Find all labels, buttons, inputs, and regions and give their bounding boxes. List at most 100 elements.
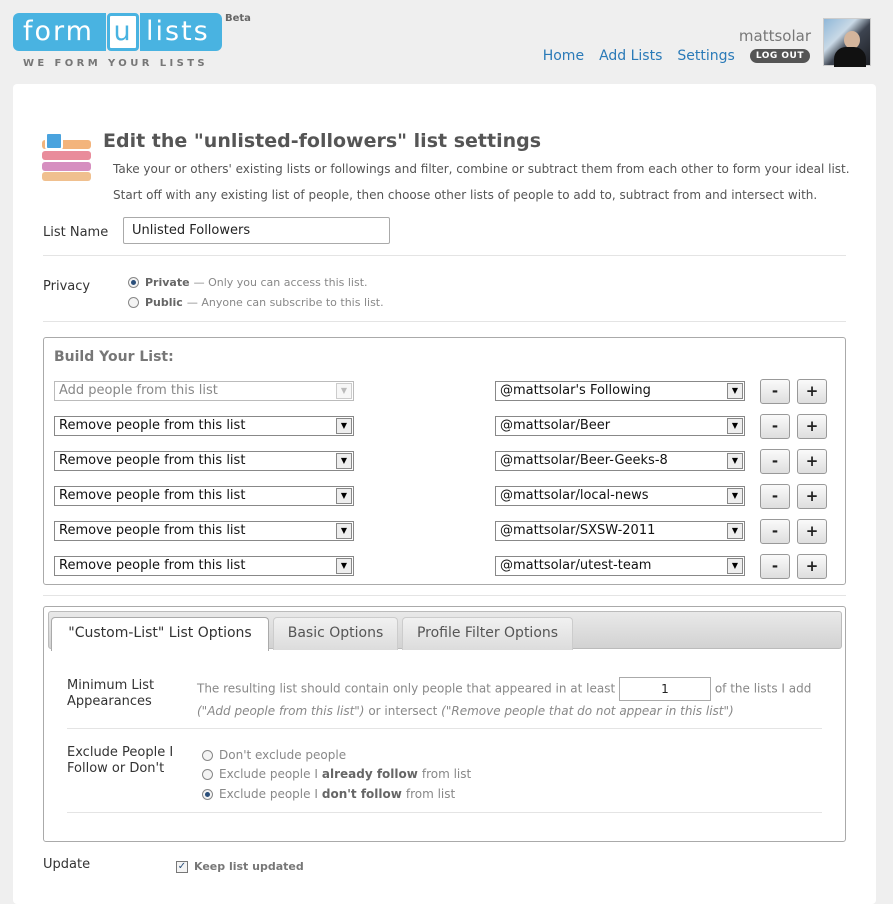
- nav-add-lists-link[interactable]: Add Lists: [599, 48, 662, 64]
- exclude-followed-text-pre: Exclude people I: [219, 767, 318, 781]
- dropdown-arrow-icon: ▼: [336, 453, 352, 469]
- exclude-followed-option[interactable]: Exclude people I already follow from lis…: [202, 767, 471, 781]
- avatar[interactable]: [823, 18, 871, 67]
- add-row-button[interactable]: +: [797, 554, 827, 579]
- min-appearances-text: The resulting list should contain only p…: [197, 677, 827, 721]
- exclude-followed-radio[interactable]: [202, 768, 213, 780]
- list-options-box: "Custom-List" List Options Basic Options…: [43, 606, 846, 842]
- exclude-unfollowed-option[interactable]: Exclude people I don't follow from list: [202, 787, 455, 801]
- action-select[interactable]: Remove people from this list ▼: [54, 451, 354, 471]
- min-appearances-text-before: The resulting list should contain only p…: [197, 681, 616, 696]
- tab-custom-list-options[interactable]: "Custom-List" List Options: [51, 617, 269, 651]
- dropdown-arrow-icon: ▼: [336, 488, 352, 504]
- privacy-private-desc: — Only you can access this list.: [193, 276, 368, 289]
- list-select-value: @mattsolar/Beer-Geeks-8: [500, 453, 668, 468]
- logo-text-form: form: [13, 13, 106, 51]
- min-appearances-label: Minimum List Appearances: [67, 678, 154, 710]
- list-name-label: List Name: [43, 225, 109, 240]
- dropdown-arrow-icon: ▼: [727, 488, 743, 504]
- privacy-public-radio[interactable]: [128, 297, 139, 308]
- list-select-value: @mattsolar's Following: [500, 383, 651, 398]
- action-select[interactable]: Remove people from this list ▼: [54, 556, 354, 576]
- dropdown-arrow-icon: ▼: [336, 418, 352, 434]
- action-select-value: Remove people from this list: [59, 488, 246, 503]
- remove-row-button[interactable]: -: [760, 379, 790, 404]
- nav-settings-link[interactable]: Settings: [677, 48, 734, 64]
- exclude-unfollowed-radio[interactable]: [202, 788, 213, 800]
- privacy-public-title: Public: [145, 296, 183, 309]
- dropdown-arrow-icon: ▼: [727, 558, 743, 574]
- list-select-value: @mattsolar/SXSW-2011: [500, 523, 656, 538]
- exclude-label-line1: Exclude People I: [67, 745, 174, 760]
- logout-button[interactable]: LOG OUT: [749, 49, 810, 63]
- action-select-value: Add people from this list: [59, 383, 218, 398]
- remove-row-button[interactable]: -: [760, 449, 790, 474]
- add-row-button[interactable]: +: [797, 414, 827, 439]
- icon-stripe: [42, 151, 91, 160]
- privacy-public-desc: — Anyone can subscribe to this list.: [186, 296, 384, 309]
- tab-basic-options[interactable]: Basic Options: [273, 617, 398, 650]
- options-tab-bar: "Custom-List" List Options Basic Options…: [48, 611, 842, 651]
- username: mattsolar: [738, 27, 811, 45]
- add-row-button[interactable]: +: [797, 379, 827, 404]
- icon-stripe: [42, 172, 91, 181]
- divider: [43, 255, 846, 256]
- list-settings-icon: [42, 132, 91, 181]
- tab-profile-filter-options[interactable]: Profile Filter Options: [402, 617, 573, 650]
- privacy-public-option[interactable]: Public — Anyone can subscribe to this li…: [128, 296, 384, 309]
- remove-row-button[interactable]: -: [760, 414, 790, 439]
- keep-updated-checkbox[interactable]: ✓: [176, 860, 188, 873]
- action-select[interactable]: Remove people from this list ▼: [54, 521, 354, 541]
- logo[interactable]: form u lists: [13, 13, 222, 51]
- list-select-value: @mattsolar/Beer: [500, 418, 611, 433]
- action-select[interactable]: Add people from this list ▼: [54, 381, 354, 401]
- dropdown-arrow-icon: ▼: [727, 523, 743, 539]
- top-nav: Home Add Lists Settings LOG OUT: [543, 48, 810, 64]
- list-select[interactable]: @mattsolar's Following ▼: [495, 381, 745, 401]
- action-select-value: Remove people from this list: [59, 453, 246, 468]
- dropdown-arrow-icon: ▼: [336, 383, 352, 399]
- dropdown-arrow-icon: ▼: [727, 418, 743, 434]
- list-select[interactable]: @mattsolar/SXSW-2011 ▼: [495, 521, 745, 541]
- min-appearances-text-after: of the lists I add: [714, 681, 812, 696]
- privacy-private-radio[interactable]: [128, 277, 139, 288]
- dropdown-arrow-icon: ▼: [727, 383, 743, 399]
- exclude-unfollowed-text-bold: don't follow: [321, 787, 402, 801]
- beta-label: Beta: [225, 13, 251, 24]
- min-appearances-label-line1: Minimum List: [67, 678, 155, 693]
- divider: [43, 321, 846, 322]
- icon-stripe: [42, 162, 91, 171]
- page-description-1: Take your or others' existing lists or f…: [113, 162, 850, 176]
- remove-row-button[interactable]: -: [760, 484, 790, 509]
- remove-row-button[interactable]: -: [760, 554, 790, 579]
- add-row-button[interactable]: +: [797, 449, 827, 474]
- action-select-value: Remove people from this list: [59, 558, 246, 573]
- exclude-none-text: Don't exclude people: [219, 748, 347, 762]
- min-appearances-input[interactable]: 1: [618, 677, 711, 701]
- nav-home-link[interactable]: Home: [543, 48, 584, 64]
- logo-text-lists: lists: [140, 13, 222, 51]
- list-name-input[interactable]: [123, 217, 390, 244]
- action-select[interactable]: Remove people from this list ▼: [54, 416, 354, 436]
- exclude-followed-text-bold: already follow: [321, 767, 418, 781]
- logo-text-u: u: [107, 13, 139, 51]
- action-select[interactable]: Remove people from this list ▼: [54, 486, 354, 506]
- list-select[interactable]: @mattsolar/utest-team ▼: [495, 556, 745, 576]
- list-select[interactable]: @mattsolar/Beer-Geeks-8 ▼: [495, 451, 745, 471]
- exclude-unfollowed-text-pre: Exclude people I: [219, 787, 318, 801]
- remove-row-button[interactable]: -: [760, 519, 790, 544]
- add-row-button[interactable]: +: [797, 519, 827, 544]
- list-select[interactable]: @mattsolar/Beer ▼: [495, 416, 745, 436]
- exclude-label: Exclude People I Follow or Don't: [67, 745, 173, 777]
- privacy-private-option[interactable]: Private — Only you can access this list.: [128, 276, 368, 289]
- list-select[interactable]: @mattsolar/local-news ▼: [495, 486, 745, 506]
- add-row-button[interactable]: +: [797, 484, 827, 509]
- dropdown-arrow-icon: ▼: [727, 453, 743, 469]
- keep-updated-option[interactable]: ✓ Keep list updated: [176, 860, 304, 873]
- user-badge-icon: [45, 132, 63, 150]
- exclude-none-radio[interactable]: [202, 749, 213, 761]
- exclude-none-option[interactable]: Don't exclude people: [202, 748, 346, 762]
- exclude-label-line2: Follow or Don't: [67, 761, 165, 776]
- dropdown-arrow-icon: ▼: [336, 558, 352, 574]
- divider: [43, 595, 846, 596]
